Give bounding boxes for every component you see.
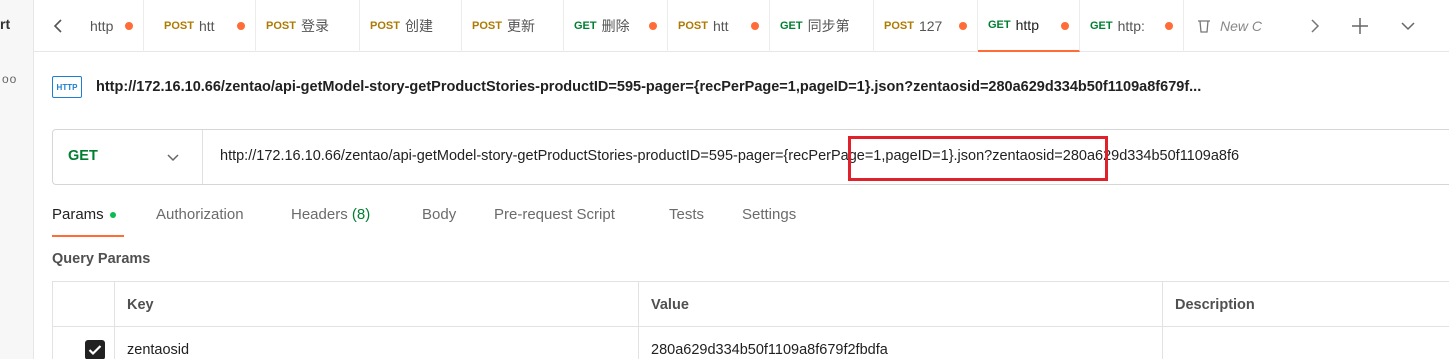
- unsaved-dot: [751, 22, 759, 30]
- column-header-key: Key: [114, 282, 638, 327]
- header-check-cell: [52, 282, 114, 327]
- tab-method: GET: [988, 19, 1011, 31]
- tab-title: 删除: [601, 18, 630, 34]
- request-tab-active[interactable]: GET http: [978, 0, 1080, 52]
- annotation-highlight-box: [848, 136, 1108, 181]
- query-params-table: Key Value Description zentaosid 280a629d…: [52, 281, 1449, 359]
- unsaved-dot: [125, 22, 133, 30]
- plus-icon: [1352, 18, 1368, 34]
- request-tab[interactable]: POST 127: [874, 0, 978, 52]
- tab-title: 127: [918, 18, 943, 34]
- unsaved-dot: [959, 22, 967, 30]
- tab-settings[interactable]: Settings: [742, 206, 796, 223]
- tab-title: http:: [1117, 18, 1145, 34]
- column-header-value: Value: [638, 282, 1162, 327]
- tab-method: POST: [164, 20, 194, 32]
- new-tab-draft[interactable]: New C: [1184, 0, 1288, 52]
- tab-method: GET: [1090, 20, 1113, 32]
- tab-tests[interactable]: Tests: [669, 206, 704, 223]
- request-tab-bar: http POST htt POST 登录 POST 创建 POST 更新 GE…: [34, 0, 1449, 52]
- tab-title: http: [90, 18, 114, 34]
- tab-params[interactable]: Params: [52, 206, 116, 223]
- request-tab[interactable]: POST 更新: [462, 0, 564, 52]
- tab-scroll-left-button[interactable]: [46, 12, 70, 40]
- tab-method: POST: [884, 20, 914, 32]
- tab-body[interactable]: Body: [422, 206, 456, 223]
- param-key-cell[interactable]: zentaosid: [114, 327, 638, 359]
- tab-method: POST: [678, 20, 708, 32]
- unsaved-dot: [649, 22, 657, 30]
- check-icon: [88, 344, 102, 355]
- unsaved-dot: [1165, 22, 1173, 30]
- tab-options-button[interactable]: [1394, 12, 1422, 40]
- request-tab[interactable]: http: [80, 0, 144, 52]
- tab-scroll-right-button[interactable]: [1301, 12, 1329, 40]
- request-tab[interactable]: GET http:: [1080, 0, 1184, 52]
- tab-title: http: [1015, 17, 1039, 33]
- tab-title: 更新: [506, 18, 535, 34]
- request-tab[interactable]: GET 同步第: [770, 0, 874, 52]
- tab-authorization[interactable]: Authorization: [156, 206, 244, 223]
- chevron-left-icon: [53, 19, 62, 33]
- url-bar: GET http://172.16.10.66/zentao/api-getMo…: [52, 129, 1449, 185]
- url-divider: [202, 130, 203, 184]
- tab-method: POST: [266, 20, 296, 32]
- request-tab[interactable]: POST 创建: [360, 0, 462, 52]
- method-select[interactable]: GET: [68, 148, 98, 164]
- tab-title: htt: [712, 18, 729, 34]
- new-tab-label: New C: [1220, 18, 1263, 34]
- tab-title: htt: [198, 18, 215, 34]
- request-title[interactable]: http://172.16.10.66/zentao/api-getModel-…: [96, 79, 1201, 95]
- tab-headers[interactable]: Headers (8): [291, 206, 370, 223]
- trash-icon: [1198, 20, 1210, 33]
- param-value-cell[interactable]: 280a629d334b50f1109a8f679f2fbdfa: [638, 327, 1162, 359]
- param-description-cell[interactable]: [1162, 327, 1449, 359]
- row-check-cell: [52, 327, 114, 359]
- tab-title: 创建: [404, 18, 433, 34]
- new-tab-button[interactable]: [1346, 12, 1374, 40]
- tab-method: GET: [574, 20, 597, 32]
- request-header: HTTP http://172.16.10.66/zentao/api-getM…: [52, 70, 1201, 104]
- http-icon: HTTP: [52, 76, 82, 98]
- tab-method: GET: [780, 20, 803, 32]
- chevron-right-icon: [1311, 19, 1320, 33]
- chevron-down-icon: [1401, 22, 1415, 31]
- request-tab[interactable]: POST 登录: [256, 0, 360, 52]
- unsaved-dot: [1061, 22, 1069, 30]
- tab-pre-request-script[interactable]: Pre-request Script: [494, 206, 615, 223]
- request-tab[interactable]: POST htt: [668, 0, 770, 52]
- table-row: zentaosid 280a629d334b50f1109a8f679f2fbd…: [52, 327, 1449, 359]
- unsaved-dot: [237, 22, 245, 30]
- request-tab[interactable]: GET 删除: [564, 0, 668, 52]
- tab-title: 同步第: [807, 18, 850, 34]
- active-tab-underline: [52, 235, 124, 237]
- headers-count: (8): [351, 206, 371, 223]
- table-header-row: Key Value Description: [52, 282, 1449, 327]
- request-tab[interactable]: POST htt: [154, 0, 256, 52]
- tab-headers-label: Headers: [291, 206, 348, 223]
- sidebar-more-label: oo: [2, 72, 18, 86]
- column-header-description: Description: [1162, 282, 1449, 327]
- sidebar-label: rt: [0, 16, 11, 32]
- chevron-down-icon[interactable]: [165, 147, 181, 167]
- tab-title: 登录: [300, 18, 329, 34]
- param-checkbox[interactable]: [85, 339, 105, 359]
- tab-method: POST: [370, 20, 400, 32]
- left-sidebar-strip: rt oo: [0, 0, 34, 359]
- status-dot: [109, 212, 116, 219]
- tab-method: POST: [472, 20, 502, 32]
- query-params-heading: Query Params: [52, 251, 151, 267]
- tab-params-label: Params: [52, 206, 104, 223]
